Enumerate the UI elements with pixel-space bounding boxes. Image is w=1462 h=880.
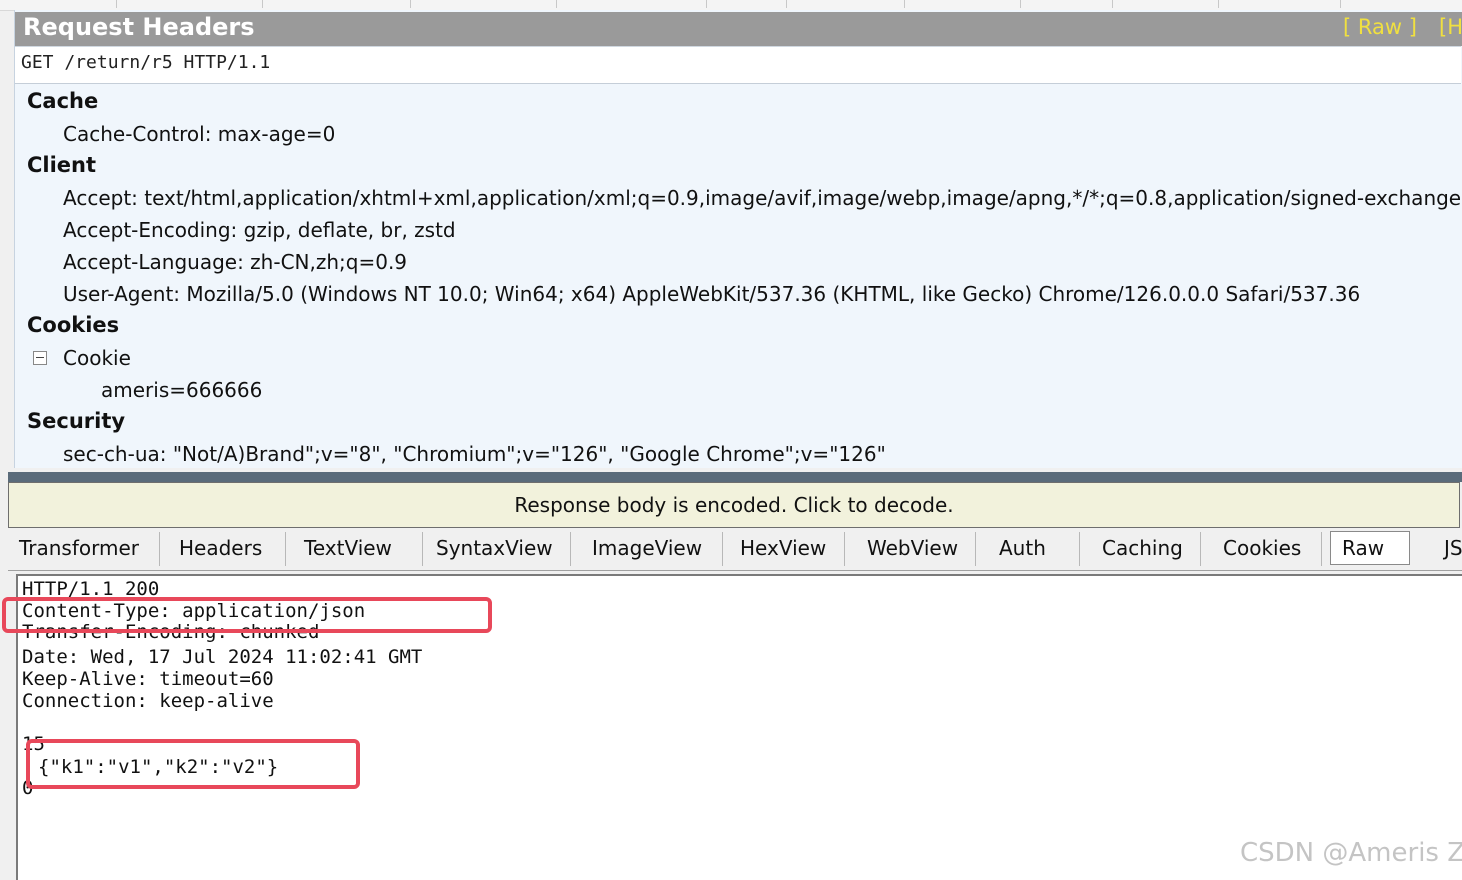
- panel-splitter[interactable]: [8, 472, 1462, 482]
- raw-connection: Connection: keep-alive: [22, 690, 274, 712]
- tab-textview[interactable]: TextView: [293, 532, 423, 566]
- content-type-highlight-box: [2, 597, 492, 633]
- cookie-value[interactable]: ameris=666666: [101, 378, 262, 402]
- raw-headers-link[interactable]: [ Raw ]: [1343, 15, 1417, 39]
- tab-hexview[interactable]: HexView: [729, 532, 845, 566]
- header-definitions-link[interactable]: [H: [1439, 15, 1462, 39]
- tab-raw[interactable]: Raw: [1330, 531, 1410, 565]
- header-cache-control[interactable]: Cache-Control: max-age=0: [63, 122, 335, 146]
- header-accept-encoding[interactable]: Accept-Encoding: gzip, deflate, br, zstd: [63, 218, 456, 242]
- response-tab-row: Transformer Headers TextView SyntaxView …: [8, 528, 1462, 571]
- group-cache[interactable]: Cache: [27, 89, 98, 113]
- tab-headers[interactable]: Headers: [168, 532, 286, 566]
- group-client[interactable]: Client: [27, 153, 96, 177]
- header-cookie[interactable]: Cookie: [63, 346, 131, 370]
- tab-cookies[interactable]: Cookies: [1212, 532, 1322, 566]
- header-accept[interactable]: Accept: text/html,application/xhtml+xml,…: [63, 186, 1462, 210]
- request-line[interactable]: GET /return/r5 HTTP/1.1: [21, 52, 270, 73]
- request-headers-panel: Request Headers [ Raw ] [H GET /return/r…: [14, 10, 1462, 468]
- tab-json[interactable]: JS: [1433, 532, 1462, 566]
- json-body-highlight-box: [26, 739, 360, 789]
- tab-auth[interactable]: Auth: [988, 532, 1080, 566]
- decode-banner-text: Response body is encoded. Click to decod…: [514, 493, 954, 517]
- group-security[interactable]: Security: [27, 409, 125, 433]
- tab-transformer[interactable]: Transformer: [8, 532, 160, 566]
- request-line-box: GET /return/r5 HTTP/1.1: [15, 46, 1461, 84]
- request-headers-title: Request Headers: [23, 13, 255, 41]
- tab-imageview[interactable]: ImageView: [581, 532, 723, 566]
- tab-webview[interactable]: WebView: [856, 532, 976, 566]
- header-sec-ch-ua[interactable]: sec-ch-ua: "Not/A)Brand";v="8", "Chromiu…: [63, 442, 886, 466]
- decode-banner[interactable]: Response body is encoded. Click to decod…: [8, 482, 1460, 528]
- tab-caching[interactable]: Caching: [1091, 532, 1201, 566]
- header-user-agent[interactable]: User-Agent: Mozilla/5.0 (Windows NT 10.0…: [63, 282, 1360, 306]
- request-headers-title-bar: Request Headers [ Raw ] [H: [15, 12, 1462, 46]
- raw-date: Date: Wed, 17 Jul 2024 11:02:41 GMT: [22, 646, 423, 668]
- tab-syntaxview[interactable]: SyntaxView: [425, 532, 571, 566]
- group-cookies[interactable]: Cookies: [27, 313, 119, 337]
- watermark: CSDN @Ameris Z: [1240, 838, 1462, 868]
- collapse-toggle-icon[interactable]: [33, 351, 47, 365]
- raw-keep-alive: Keep-Alive: timeout=60: [22, 668, 274, 690]
- header-accept-language[interactable]: Accept-Language: zh-CN,zh;q=0.9: [63, 250, 407, 274]
